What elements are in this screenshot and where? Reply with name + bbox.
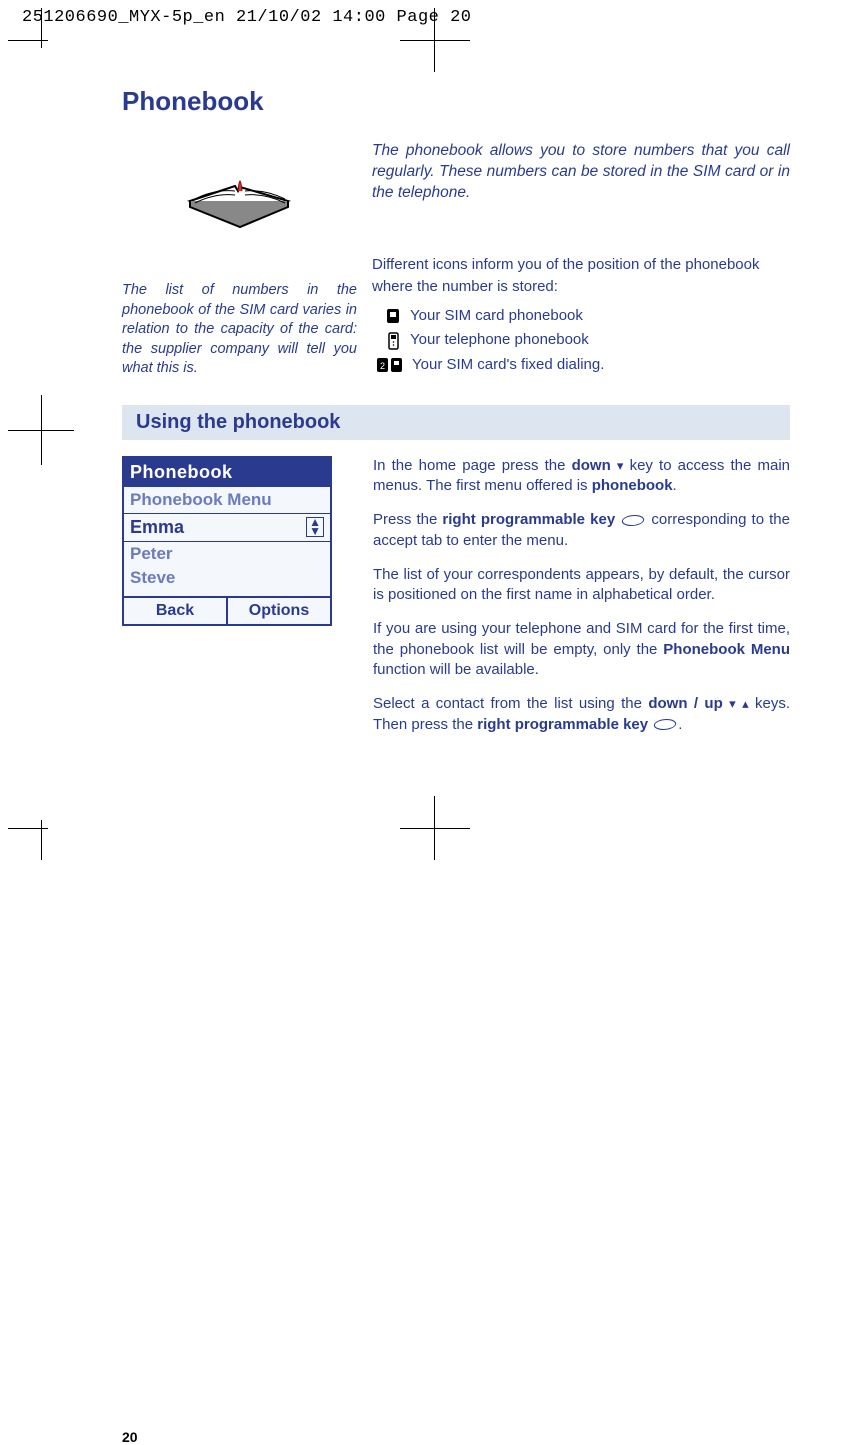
- phone-menu-line: Phonebook Menu: [124, 487, 330, 514]
- instructions: In the home page press the down key to a…: [373, 456, 790, 735]
- crop-mark: [8, 828, 48, 829]
- icon-legend: Different icons inform you of the positi…: [372, 254, 790, 377]
- crop-mark: [41, 820, 42, 860]
- softkey-options: Options: [228, 598, 330, 624]
- phone-contact: Peter: [124, 542, 330, 566]
- softkey-icon: [653, 719, 679, 730]
- phonebook-illustration-icon: [180, 141, 300, 231]
- legend-item-fixed: 2 Your SIM card's fixed dialing.: [376, 354, 790, 377]
- sim-card-icon: [386, 308, 402, 324]
- legend-item-phone: Your telephone phonebook: [386, 329, 790, 352]
- section-heading: Using the phonebook: [122, 405, 790, 440]
- sidebar-note: The list of numbers in the phonebook of …: [122, 281, 357, 379]
- instruction-paragraph: In the home page press the down key to a…: [373, 456, 790, 497]
- svg-text:2: 2: [380, 361, 385, 371]
- crop-mark: [400, 828, 470, 829]
- phone-contact: Steve: [124, 566, 330, 590]
- phone-selected-contact: Emma ▲▼: [124, 514, 330, 542]
- phone-screen-mockup: Phonebook Phonebook Menu Emma ▲▼ Peter S…: [122, 456, 332, 626]
- crop-mark: [8, 430, 74, 431]
- legend-lead: Different icons inform you of the positi…: [372, 254, 790, 299]
- telephone-icon: [386, 332, 402, 350]
- legend-label: Your SIM card's fixed dialing.: [412, 354, 604, 377]
- page-content: Phonebook The list of numbers in the pho…: [70, 70, 790, 765]
- phone-softkeys: Back Options: [124, 596, 330, 624]
- instruction-paragraph: Press the right programmable key corresp…: [373, 510, 790, 551]
- page-title: Phonebook: [122, 86, 790, 117]
- legend-label: Your telephone phonebook: [410, 329, 589, 352]
- phone-titlebar: Phonebook: [124, 458, 330, 487]
- softkey-back: Back: [124, 598, 228, 624]
- page-number: 20: [122, 1429, 842, 1445]
- crop-mark: [400, 40, 470, 41]
- fixed-dialing-icon: 2: [376, 357, 404, 373]
- crop-mark: [8, 40, 48, 41]
- crop-mark: [434, 796, 435, 860]
- legend-item-sim: Your SIM card phonebook: [386, 305, 790, 328]
- scroll-indicator-icon: ▲▼: [306, 517, 324, 537]
- print-header: 251206690_MYX-5p_en 21/10/02 14:00 Page …: [22, 8, 471, 27]
- legend-label: Your SIM card phonebook: [410, 305, 583, 328]
- instruction-paragraph: The list of your correspondents appears,…: [373, 565, 790, 606]
- softkey-icon: [620, 515, 646, 526]
- instruction-paragraph: Select a contact from the list using the…: [373, 694, 790, 735]
- intro-paragraph: The phonebook allows you to store number…: [372, 141, 790, 204]
- down-arrow-icon: [617, 456, 624, 476]
- down-arrow-icon: [729, 694, 736, 714]
- selected-name: Emma: [130, 517, 184, 538]
- instruction-paragraph: If you are using your telephone and SIM …: [373, 619, 790, 680]
